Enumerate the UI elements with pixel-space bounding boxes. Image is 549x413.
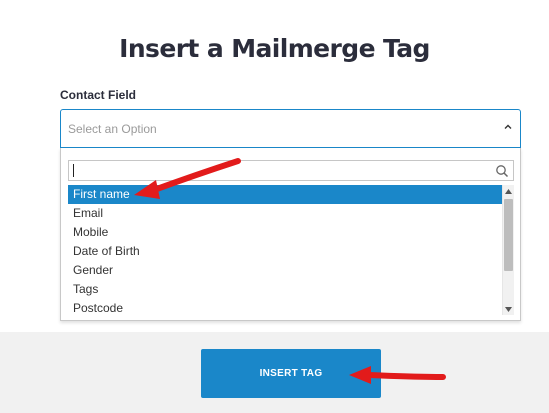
search-icon <box>496 165 509 178</box>
option-postcode[interactable]: Postcode <box>68 299 502 315</box>
text-cursor <box>73 164 74 177</box>
options-scrollbar[interactable] <box>502 185 514 315</box>
option-gender[interactable]: Gender <box>68 261 502 280</box>
contact-field-label: Contact Field <box>60 88 137 102</box>
option-first-name[interactable]: First name <box>68 185 502 204</box>
option-email[interactable]: Email <box>68 204 502 223</box>
option-date-of-birth[interactable]: Date of Birth <box>68 242 502 261</box>
chevron-up-icon[interactable] <box>503 122 513 132</box>
option-mobile[interactable]: Mobile <box>68 223 502 242</box>
options-list: First name Email Mobile Date of Birth Ge… <box>68 185 502 315</box>
scroll-up-icon[interactable] <box>503 185 514 197</box>
options-dropdown: First name Email Mobile Date of Birth Ge… <box>60 148 521 321</box>
scroll-down-icon[interactable] <box>503 303 514 315</box>
option-tags[interactable]: Tags <box>68 280 502 299</box>
contact-field-select[interactable]: Select an Option <box>60 109 521 148</box>
insert-tag-button[interactable]: INSERT TAG <box>201 349 381 398</box>
dialog-title: Insert a Mailmerge Tag <box>119 34 430 63</box>
select-placeholder: Select an Option <box>68 122 157 136</box>
scrollbar-thumb[interactable] <box>504 199 513 271</box>
dropdown-search-input[interactable] <box>68 160 514 181</box>
